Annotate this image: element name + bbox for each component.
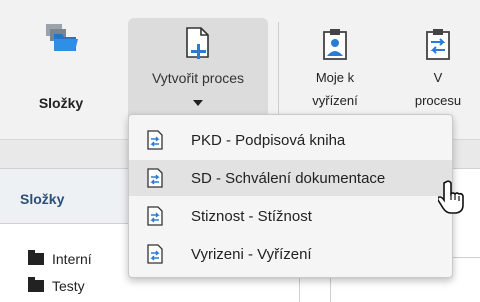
folder-item-internal[interactable]: Interní <box>28 250 92 267</box>
my-tasks-label-line2: vyřízení <box>312 93 358 108</box>
new-document-plus-icon <box>186 27 209 59</box>
in-process-label-line1: V <box>433 70 443 85</box>
menu-item-label: PKD - Podpisová kniha <box>191 132 346 149</box>
menu-item-sd[interactable]: SD - Schválení dokumentace <box>129 160 452 196</box>
menu-item-label: Stiznost - Stížnost <box>191 208 312 225</box>
menu-item-label: SD - Schválení dokumentace <box>191 170 386 187</box>
folder-label: Testy <box>52 278 85 294</box>
clipboard-user-icon <box>323 29 347 60</box>
my-tasks-button[interactable]: Moje k vyřízení <box>290 0 380 126</box>
folders-label: Složky <box>38 95 84 111</box>
create-process-label: Vytvořit proces <box>151 70 245 86</box>
document-arrows-icon <box>147 130 163 150</box>
folder-icon <box>28 250 44 265</box>
my-tasks-label-line1: Moje k <box>315 70 355 85</box>
in-process-label-line2: procesu <box>414 93 462 108</box>
menu-item-stiznost[interactable]: Stiznost - Stížnost <box>129 198 452 234</box>
menu-item-vyrizeni[interactable]: Vyrizeni - Vyřízení <box>129 236 452 272</box>
folder-icon <box>28 277 44 292</box>
panel-title: Složky <box>20 191 65 207</box>
folders-icon <box>46 24 78 51</box>
folders-button[interactable]: Složky <box>14 0 108 126</box>
document-arrows-icon <box>147 244 163 264</box>
menu-item-pkd[interactable]: PKD - Podpisová kniha <box>129 122 452 158</box>
chevron-down-icon <box>193 100 203 106</box>
create-process-menu: PKD - Podpisová kniha SD - Schválení dok… <box>128 114 453 278</box>
ribbon-separator <box>278 22 279 120</box>
hand-pointer-icon <box>438 180 464 214</box>
document-arrows-icon <box>147 206 163 226</box>
document-arrows-icon <box>147 168 163 188</box>
in-process-button[interactable]: V procesu <box>396 0 480 126</box>
menu-item-label: Vyrizeni - Vyřízení <box>191 246 312 263</box>
folder-item-tests[interactable]: Testy <box>28 277 85 294</box>
folder-label: Interní <box>52 251 92 267</box>
clipboard-arrows-icon <box>426 29 450 60</box>
